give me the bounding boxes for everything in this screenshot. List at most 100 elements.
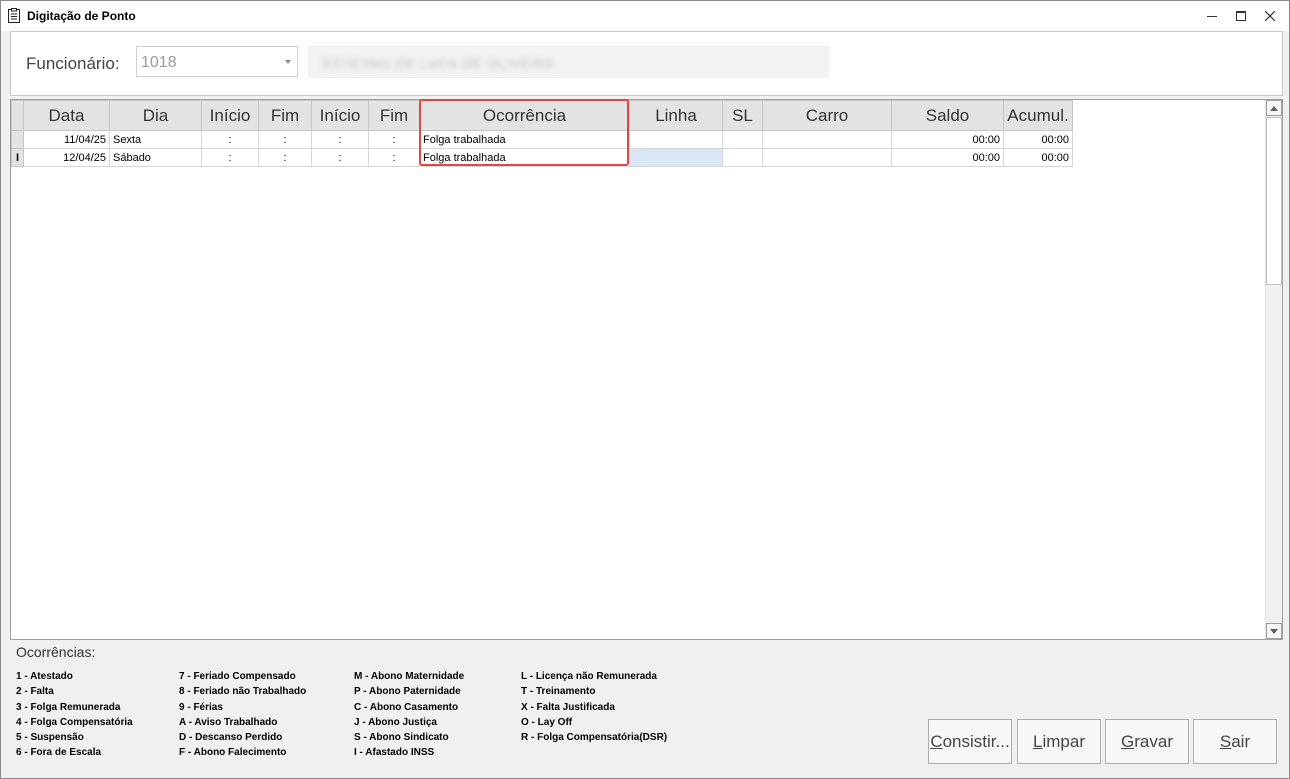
employee-code-combo[interactable]: 1018 (136, 46, 298, 77)
consistir-button[interactable]: Consistir... (928, 719, 1012, 764)
cell-inicio-1[interactable]: : (201, 130, 259, 149)
legend-column-3: M - Abono Maternidade P - Abono Paternid… (354, 669, 464, 761)
legend-column-1: 1 - Atestado 2 - Falta 3 - Folga Remuner… (16, 669, 133, 761)
employee-name-field: ESTEVAO DE LUCA DE OLIVEIRA (308, 46, 829, 78)
gravar-label: ravar (1134, 731, 1173, 751)
window-title: Digitação de Ponto (27, 9, 136, 23)
cell-acumul[interactable]: 00:00 (1003, 130, 1073, 149)
legend-item: X - Falta Justificada (521, 701, 615, 713)
header-acumul[interactable]: Acumul. (1003, 100, 1073, 131)
maximize-button[interactable] (1227, 1, 1255, 31)
cell-dia[interactable]: Sábado (109, 148, 202, 167)
grid-table: Data Dia Início Fim Início Fim Ocorrênci… (11, 100, 1073, 167)
arrow-down-icon (1270, 628, 1278, 634)
table-row[interactable]: 11/04/25 Sexta : : : : Folga trabalhada … (11, 130, 1073, 149)
limpar-button[interactable]: Limpar (1017, 719, 1101, 764)
cell-inicio-1[interactable]: : (201, 148, 259, 167)
cell-data[interactable]: 11/04/25 (23, 130, 110, 149)
header-data[interactable]: Data (23, 100, 110, 131)
legend-item: 8 - Feriado não Trabalhado (179, 686, 307, 698)
main-window: Digitação de Ponto Funcionário: 1018 EST… (0, 0, 1290, 779)
legend-item: 2 - Falta (16, 686, 54, 698)
consistir-label: onsistir... (942, 731, 1010, 751)
cell-saldo[interactable]: 00:00 (891, 148, 1004, 167)
legend-item: A - Aviso Trabalhado (179, 716, 278, 728)
scroll-thumb[interactable] (1266, 117, 1282, 285)
title-bar: Digitação de Ponto (1, 1, 1289, 31)
cell-data[interactable]: 12/04/25 (23, 148, 110, 167)
header-carro[interactable]: Carro (762, 100, 892, 131)
row-indicator: I (11, 148, 24, 167)
header-fim-2[interactable]: Fim (368, 100, 420, 131)
cell-saldo[interactable]: 00:00 (891, 130, 1004, 149)
legend-item: P - Abono Paternidade (354, 686, 461, 698)
limpar-accesskey: L (1033, 731, 1043, 751)
consistir-accesskey: C (930, 731, 943, 751)
legend-item: 5 - Suspensão (16, 732, 84, 744)
gravar-button[interactable]: Gravar (1105, 719, 1189, 764)
limpar-label: impar (1042, 731, 1085, 751)
sair-accesskey: S (1219, 731, 1232, 751)
cell-acumul[interactable]: 00:00 (1003, 148, 1073, 167)
chevron-down-icon[interactable] (285, 60, 291, 64)
header-inicio-1[interactable]: Início (201, 100, 259, 131)
header-sl[interactable]: SL (722, 100, 763, 131)
clipboard-icon (8, 8, 20, 23)
close-button[interactable] (1256, 1, 1284, 31)
legend-item: 7 - Feriado Compensado (179, 671, 296, 682)
minimize-button[interactable] (1198, 1, 1226, 31)
legend-item: S - Abono Sindicato (354, 732, 449, 744)
sair-label: air (1231, 731, 1251, 751)
legend-item: 6 - Fora de Escala (16, 747, 102, 759)
table-row[interactable]: I 12/04/25 Sábado : : : : Folga trabalha… (11, 148, 1073, 167)
cell-linha-selected[interactable] (629, 148, 723, 167)
legend-title: Ocorrências: (16, 644, 96, 660)
legend-item: I - Afastado INSS (354, 747, 435, 759)
cell-fim-2[interactable]: : (368, 148, 420, 167)
legend-item: 3 - Folga Remunerada (16, 701, 121, 713)
cell-linha[interactable] (629, 130, 723, 149)
cell-sl[interactable] (722, 130, 763, 149)
vertical-scrollbar[interactable] (1265, 100, 1282, 639)
legend-item: C - Abono Casamento (354, 701, 459, 713)
cell-ocorrencia[interactable]: Folga trabalhada (419, 148, 630, 167)
legend-item: 9 - Férias (179, 701, 223, 713)
close-icon (1265, 11, 1275, 21)
legend-item: M - Abono Maternidade (354, 671, 465, 682)
legend-item: O - Lay Off (521, 716, 573, 728)
header-fim-1[interactable]: Fim (258, 100, 312, 131)
employee-panel: Funcionário: 1018 ESTEVAO DE LUCA DE OLI… (10, 31, 1283, 96)
row-indicator (11, 130, 24, 149)
scroll-down-button[interactable] (1266, 623, 1282, 639)
cell-fim-2[interactable]: : (368, 130, 420, 149)
header-ocorrencia[interactable]: Ocorrência (419, 100, 630, 131)
legend-item: R - Folga Compensatória(DSR) (521, 732, 668, 744)
header-saldo[interactable]: Saldo (891, 100, 1004, 131)
legend-item: D - Descanso Perdido (179, 732, 283, 744)
header-linha[interactable]: Linha (629, 100, 723, 131)
cell-inicio-2[interactable]: : (311, 148, 369, 167)
cell-dia[interactable]: Sexta (109, 130, 202, 149)
cell-ocorrencia[interactable]: Folga trabalhada (419, 130, 630, 149)
header-dia[interactable]: Dia (109, 100, 202, 131)
legend-item: 4 - Folga Compensatória (16, 716, 133, 728)
cell-fim-1[interactable]: : (258, 130, 312, 149)
grid-header-row: Data Dia Início Fim Início Fim Ocorrênci… (11, 100, 1073, 131)
cell-sl[interactable] (722, 148, 763, 167)
cell-inicio-2[interactable]: : (311, 130, 369, 149)
legend-item: J - Abono Justiça (354, 716, 437, 728)
employee-name-value: ESTEVAO DE LUCA DE OLIVEIRA (323, 56, 555, 71)
minimize-icon (1207, 16, 1217, 17)
cell-fim-1[interactable]: : (258, 148, 312, 167)
sair-button[interactable]: Sair (1193, 719, 1277, 764)
cell-carro[interactable] (762, 148, 892, 167)
scroll-up-button[interactable] (1266, 100, 1282, 116)
legend-column-2: 7 - Feriado Compensado 8 - Feriado não T… (179, 669, 306, 761)
legend-item: T - Treinamento (521, 686, 596, 698)
cell-carro[interactable] (762, 130, 892, 149)
time-entry-grid[interactable]: Data Dia Início Fim Início Fim Ocorrênci… (10, 99, 1283, 640)
header-inicio-2[interactable]: Início (311, 100, 369, 131)
employee-label: Funcionário: (26, 54, 120, 73)
maximize-icon (1236, 11, 1246, 21)
legend-column-4: L - Licença não Remunerada T - Treinamen… (521, 669, 667, 745)
